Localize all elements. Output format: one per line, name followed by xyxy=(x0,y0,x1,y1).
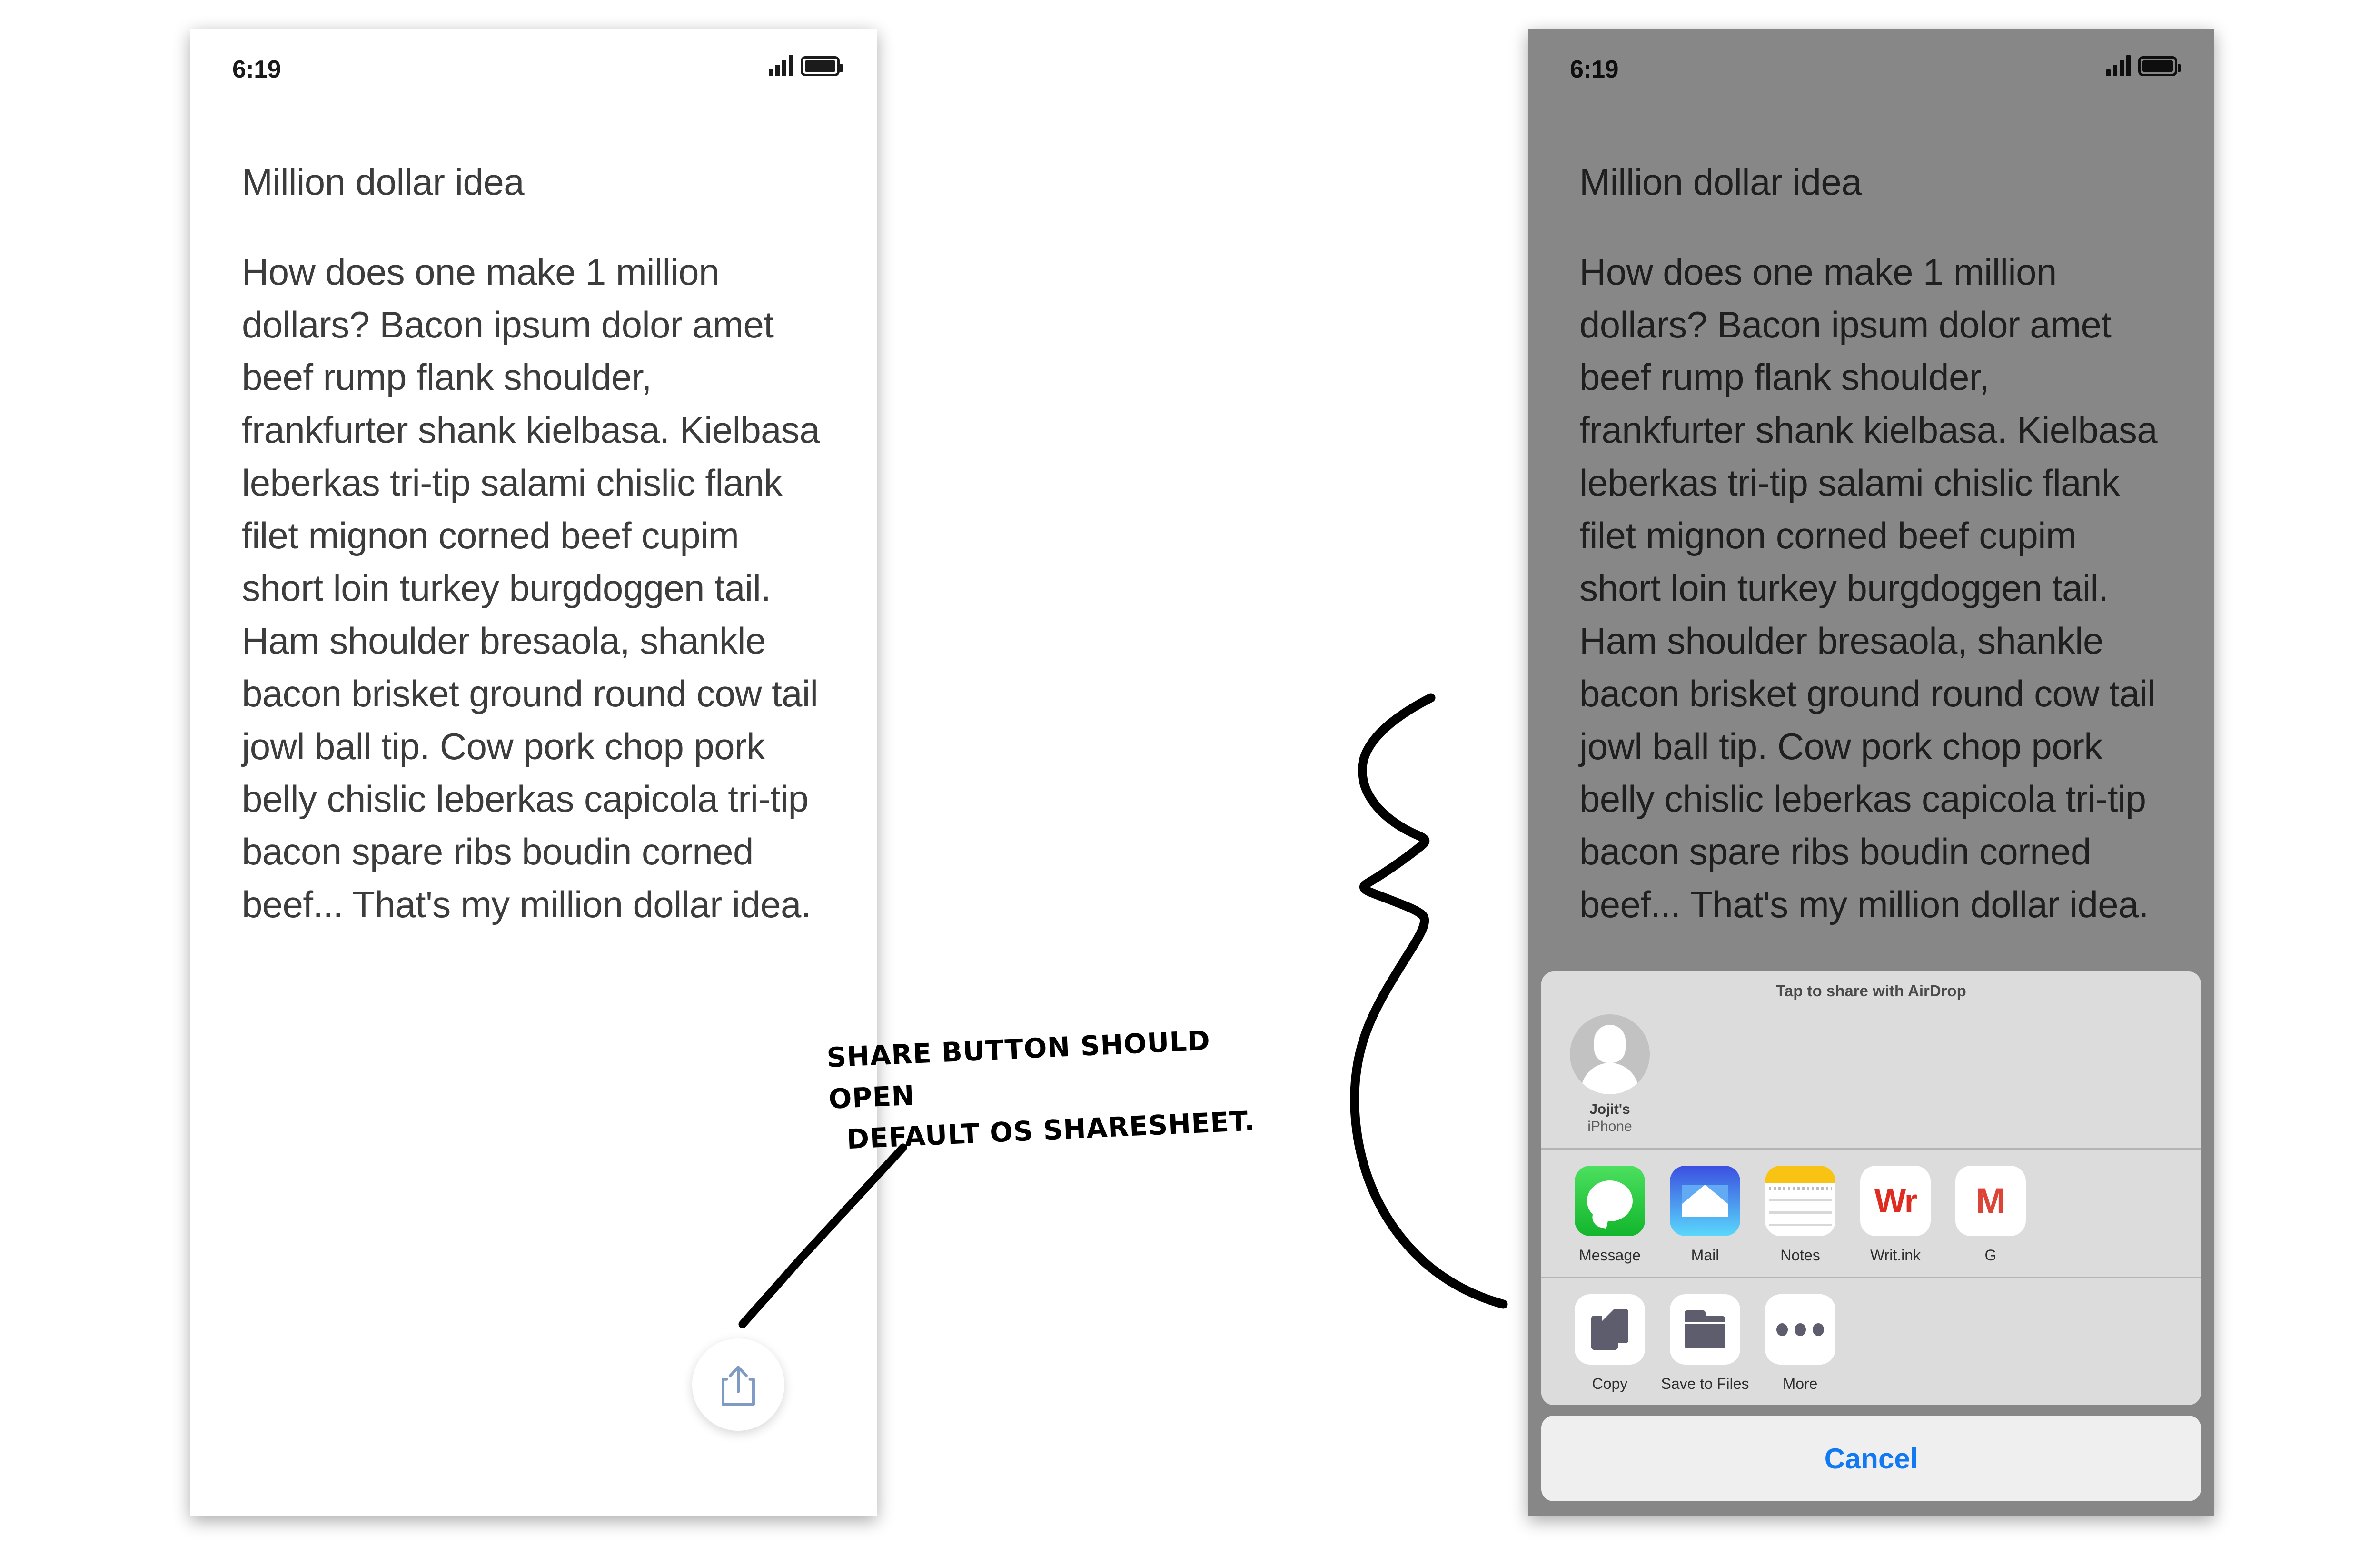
airdrop-title: Tap to share with AirDrop xyxy=(1776,981,1966,1000)
mail-app-icon xyxy=(1670,1166,1740,1236)
messages-app-icon xyxy=(1575,1166,1645,1236)
airdrop-device-name: Jojit's xyxy=(1589,1101,1630,1117)
status-time: 6:19 xyxy=(1570,56,1619,83)
airdrop-device-list: Jojit's iPhone xyxy=(1541,1014,2201,1136)
phone-mockup-left: 6:19 Million dollar idea How does one ma… xyxy=(190,29,877,1516)
note-content-left: Million dollar idea How does one make 1 … xyxy=(242,161,827,931)
battery-full-icon xyxy=(2138,56,2181,76)
share-target-gmail[interactable]: M G xyxy=(1943,1166,2038,1264)
app-label: Message xyxy=(1579,1247,1641,1264)
note-title: Million dollar idea xyxy=(242,161,525,203)
note-content-right: Million dollar idea How does one make 1 … xyxy=(1579,161,2165,931)
gmail-app-icon: M xyxy=(1955,1166,2026,1236)
action-more[interactable]: More xyxy=(1753,1294,1848,1393)
share-target-notes[interactable]: Notes xyxy=(1753,1166,1848,1264)
gmail-glyph: M xyxy=(1975,1180,2006,1221)
more-ellipsis-icon xyxy=(1765,1294,1835,1365)
cancel-label: Cancel xyxy=(1824,1442,1918,1475)
share-button[interactable] xyxy=(692,1338,784,1431)
share-actions-row: Copy Save to Files More xyxy=(1541,1278,2201,1405)
annotation-text: Share button should open default OS shar… xyxy=(826,1017,1279,1161)
notes-app-icon xyxy=(1765,1166,1835,1236)
phone-mockup-right: 6:19 Million dollar idea How does one ma… xyxy=(1528,29,2214,1516)
copy-icon xyxy=(1575,1294,1645,1365)
action-label: Save to Files xyxy=(1661,1375,1749,1392)
airdrop-device-type: iPhone xyxy=(1587,1119,1632,1135)
app-label: G xyxy=(1984,1247,1997,1264)
share-target-message[interactable]: Message xyxy=(1562,1166,1657,1264)
annotation-curly-brace xyxy=(1350,693,1508,1309)
share-ios-icon xyxy=(722,1366,755,1406)
airdrop-device[interactable]: Jojit's iPhone xyxy=(1562,1014,1657,1136)
action-label: Copy xyxy=(1592,1375,1628,1392)
app-label: Notes xyxy=(1780,1247,1820,1264)
note-body: How does one make 1 million dollars? Bac… xyxy=(242,250,820,925)
writink-app-icon: Wr xyxy=(1860,1166,1931,1236)
app-label: Writ.ink xyxy=(1870,1247,1921,1264)
action-label: More xyxy=(1783,1375,1818,1392)
status-indicators xyxy=(769,53,843,76)
action-copy[interactable]: Copy xyxy=(1562,1294,1657,1393)
share-target-mail[interactable]: Mail xyxy=(1657,1166,1753,1264)
folder-icon xyxy=(1670,1294,1740,1365)
battery-full-icon xyxy=(801,56,843,76)
action-save-to-files[interactable]: Save to Files xyxy=(1657,1294,1753,1393)
share-target-writink[interactable]: Wr Writ.ink xyxy=(1848,1166,1943,1264)
share-sheet-card: Tap to share with AirDrop Jojit's iPhone xyxy=(1541,971,2201,1405)
status-bar-right: 6:19 xyxy=(1528,29,2214,100)
screenshot-canvas: 6:19 Million dollar idea How does one ma… xyxy=(0,0,2380,1546)
cellular-signal-icon xyxy=(769,53,793,76)
status-indicators xyxy=(2106,53,2181,76)
share-apps-row: Message Mail Notes Wr Writ.ink M G xyxy=(1541,1150,2201,1277)
status-time: 6:19 xyxy=(232,56,281,83)
cellular-signal-icon xyxy=(2106,53,2131,76)
airdrop-section: Tap to share with AirDrop Jojit's iPhone xyxy=(1541,971,2201,1148)
writink-glyph: Wr xyxy=(1874,1182,1917,1219)
note-title: Million dollar idea xyxy=(1579,161,1862,203)
status-bar-left: 6:19 xyxy=(190,29,877,100)
app-label: Mail xyxy=(1691,1247,1719,1264)
share-sheet: Tap to share with AirDrop Jojit's iPhone xyxy=(1541,971,2201,1501)
cancel-button[interactable]: Cancel xyxy=(1541,1416,2201,1501)
note-body: How does one make 1 million dollars? Bac… xyxy=(1579,250,2158,925)
person-avatar-icon xyxy=(1570,1014,1650,1094)
